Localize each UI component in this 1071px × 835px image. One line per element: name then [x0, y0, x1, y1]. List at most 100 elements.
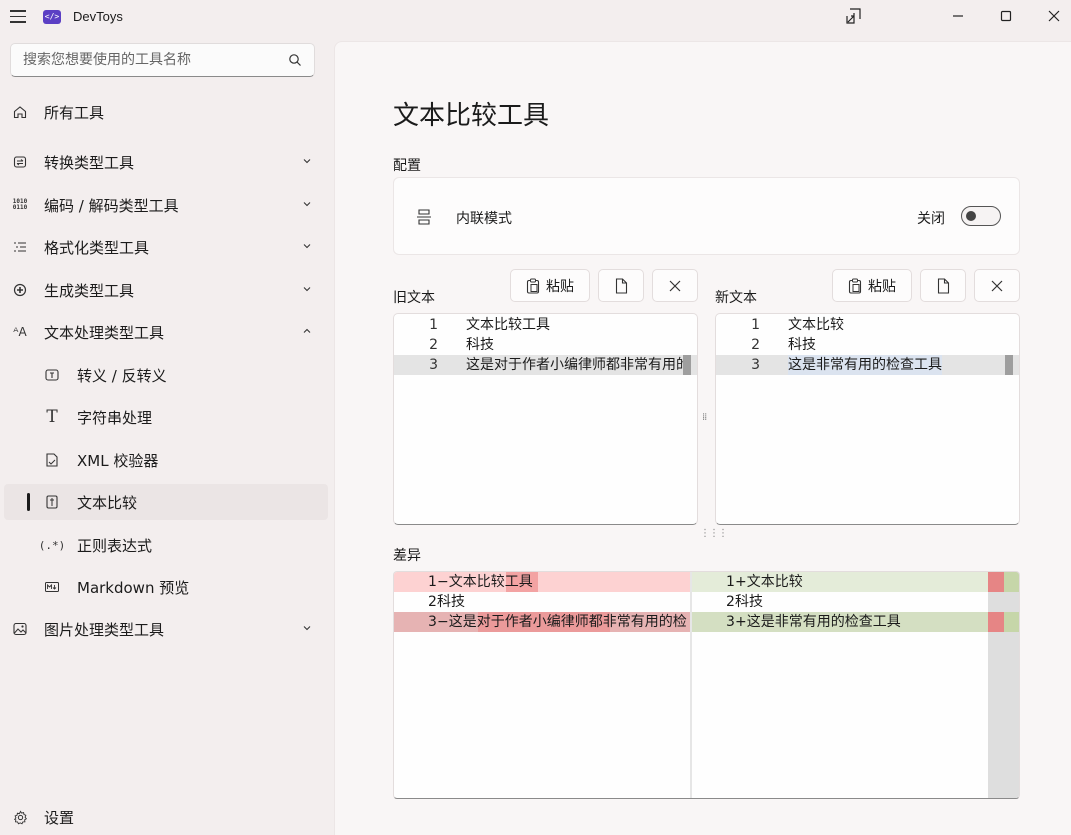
inline-mode-state: 关闭: [917, 211, 945, 227]
nav-settings[interactable]: 设置: [4, 799, 328, 835]
editor-line: 1 文本比较: [751, 317, 844, 333]
inline-mode-setting: 内联模式 关闭: [393, 177, 1020, 255]
toggle-knob: [966, 211, 976, 221]
snap-layout-button[interactable]: [831, 0, 877, 32]
nav-label: 转义 / 反转义: [77, 366, 167, 385]
editor-line: 2 科技: [429, 337, 494, 353]
diff-line-added: 3 +这是非常有用的检查工具: [692, 612, 988, 632]
diff-line-added: 1 +文本比较: [692, 572, 988, 592]
paste-label: 粘贴: [868, 278, 896, 295]
old-paste-button[interactable]: 粘贴: [510, 269, 590, 302]
home-icon: [12, 104, 28, 120]
nav-label: XML 校验器: [77, 451, 159, 470]
nav-converters[interactable]: 转换类型工具: [4, 144, 328, 180]
title-bar: </> DevToys: [0, 0, 1071, 36]
nav-label: 文本比较: [77, 493, 138, 512]
diff-line-unchanged: 2 科技: [726, 594, 763, 610]
chevron-up-icon: [303, 328, 311, 333]
editor-scroll-marker: [683, 355, 691, 375]
nav-label: 文本处理类型工具: [44, 323, 165, 342]
overview-added-marker: [1004, 612, 1019, 632]
nav-encoders[interactable]: 1010 0110 编码 / 解码类型工具: [4, 187, 328, 223]
app-title: DevToys: [73, 9, 123, 24]
chevron-down-icon: [303, 244, 311, 249]
editor-scroll-marker: [1005, 355, 1013, 375]
clear-icon: [669, 280, 681, 291]
gear-icon: [12, 809, 28, 825]
nav-graphics[interactable]: 图片处理类型工具: [4, 611, 328, 647]
nav-label: 格式化类型工具: [44, 238, 150, 257]
close-icon: [1048, 10, 1060, 22]
binary-icon: 1010 0110: [12, 198, 28, 211]
editor-line: 3 这是非常有用的检查工具: [716, 355, 1019, 375]
old-text-editor[interactable]: 1 文本比较工具 2 科技 3 这是对于作者小编律师都非常有用的: [393, 313, 698, 525]
search-box: [10, 43, 315, 77]
chevron-down-icon: [303, 287, 311, 292]
diff-line-removed: 3 −这是对于作者小编律师都非常有用的检: [394, 612, 690, 632]
nav-xml[interactable]: XML 校验器: [4, 442, 328, 478]
nav-text-tools[interactable]: ᴬA 文本处理类型工具: [4, 314, 328, 350]
clear-icon: [991, 280, 1003, 291]
hamburger-menu-icon[interactable]: [10, 10, 26, 24]
new-open-file-button[interactable]: [920, 269, 966, 302]
close-window-button[interactable]: [1031, 0, 1071, 32]
maximize-button[interactable]: [983, 0, 1029, 32]
nav-label: 设置: [44, 808, 75, 827]
diff-viewer[interactable]: 1 −文本比较工具 2 科技 3 −这是对于作者小编律师都非常有用的检 1 +文本比较…: [393, 571, 1020, 799]
search-input[interactable]: [11, 44, 271, 76]
diff-line-removed: 1 −文本比较工具: [394, 572, 690, 592]
minimize-icon: [953, 15, 963, 17]
editor-line: 3 这是对于作者小编律师都非常有用的: [394, 355, 697, 375]
diff-line-unchanged: 2 科技: [428, 594, 465, 610]
paste-label: 粘贴: [546, 278, 574, 295]
nav-label: 编码 / 解码类型工具: [44, 196, 179, 215]
new-clear-button[interactable]: [974, 269, 1020, 302]
snap-icon: [846, 8, 861, 24]
new-paste-button[interactable]: 粘贴: [832, 269, 912, 302]
nav-escape[interactable]: 转义 / 反转义: [4, 357, 328, 393]
config-section-label: 配置: [393, 158, 421, 174]
nav-all-tools[interactable]: 所有工具: [4, 94, 328, 130]
horizontal-splitter-grip[interactable]: ⋮⋮⋮: [700, 528, 728, 539]
nav-markdown[interactable]: Markdown 预览: [4, 569, 328, 605]
page-title: 文本比较工具: [393, 101, 550, 131]
indent-icon: [12, 239, 28, 255]
maximize-icon: [1000, 10, 1012, 22]
nav-label: 正则表达式: [77, 536, 153, 555]
overview-removed-marker: [988, 612, 1004, 632]
nav-label: Markdown 预览: [77, 578, 190, 597]
chevron-down-icon: [303, 626, 311, 631]
search-icon[interactable]: [288, 53, 302, 67]
diff-section-label: 差异: [393, 548, 421, 564]
nav-generators[interactable]: 生成类型工具: [4, 272, 328, 308]
file-icon: [615, 277, 627, 294]
nav-string[interactable]: T 字符串处理: [4, 399, 328, 435]
inline-mode-toggle[interactable]: [961, 206, 1001, 226]
minimize-button[interactable]: [935, 0, 981, 32]
escape-icon: [44, 367, 60, 383]
nav-label: 字符串处理: [77, 408, 153, 427]
new-text-editor[interactable]: 1 文本比较 2 科技 3 这是非常有用的检查工具: [715, 313, 1020, 525]
inline-mode-icon: [417, 209, 431, 225]
editor-line: 2 科技: [751, 337, 816, 353]
nav-text-diff[interactable]: 文本比较: [4, 484, 328, 520]
chevron-down-icon: [303, 159, 311, 164]
old-open-file-button[interactable]: [598, 269, 644, 302]
nav-regex[interactable]: (.*) 正则表达式: [4, 527, 328, 563]
nav-formatters[interactable]: 格式化类型工具: [4, 229, 328, 265]
nav-label: 图片处理类型工具: [44, 620, 165, 639]
devtoys-logo-icon: </>: [43, 10, 61, 24]
diff-overview-ruler: [988, 572, 1019, 798]
old-clear-button[interactable]: [652, 269, 698, 302]
clipboard-icon: [526, 278, 540, 294]
vertical-splitter-grip[interactable]: ⁞⁞: [702, 412, 707, 423]
xml-validator-icon: [44, 452, 60, 468]
nav-label: 生成类型工具: [44, 281, 135, 300]
text-font-icon: ᴬA: [13, 325, 27, 339]
clipboard-icon: [848, 278, 862, 294]
generator-icon: [12, 282, 28, 298]
converter-icon: [12, 154, 28, 170]
nav-label: 所有工具: [44, 103, 105, 122]
image-icon: [12, 621, 28, 637]
selection-indicator: [27, 493, 30, 511]
